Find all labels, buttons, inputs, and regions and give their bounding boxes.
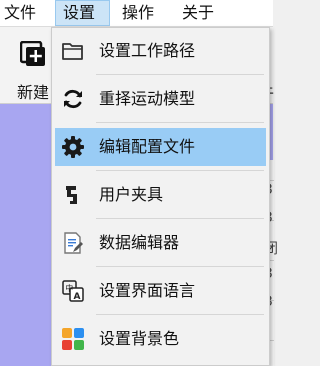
menu-file[interactable]: 文件	[4, 0, 36, 26]
menu-item-label: 设置工作路径	[99, 41, 196, 60]
menu-item-label: 编辑配置文件	[99, 137, 196, 156]
language-icon: 中 A	[62, 280, 84, 302]
data-edit-icon	[64, 232, 83, 254]
menu-settings[interactable]: 设置	[55, 0, 110, 26]
menu-bar: 文件 设置 操作 关于	[0, 0, 273, 27]
menu-about[interactable]: 关于	[182, 0, 214, 26]
menu-item-user-fixture[interactable]: 用户夹具	[55, 176, 266, 214]
menu-item-set-ui-language[interactable]: 中 A 设置界面语言	[55, 272, 266, 310]
menu-item-set-background-color[interactable]: 设置背景色	[55, 320, 266, 358]
new-button-label[interactable]: 新建	[17, 79, 49, 103]
clamp-icon	[66, 186, 77, 204]
menu-item-reselect-motion-model[interactable]: 重择运动模型	[55, 80, 266, 118]
folder-icon	[62, 43, 83, 60]
menu-item-label: 设置背景色	[99, 329, 180, 348]
menu-operation[interactable]: 操作	[122, 0, 154, 26]
menu-item-label: 数据编辑器	[99, 233, 180, 252]
svg-text:中: 中	[65, 283, 73, 293]
new-file-icon[interactable]	[20, 41, 46, 67]
color-palette-icon	[62, 328, 84, 350]
menu-item-label: 设置界面语言	[99, 281, 196, 300]
menu-item-set-work-path[interactable]: 设置工作路径	[55, 32, 266, 70]
menu-item-data-editor[interactable]: 数据编辑器	[55, 224, 266, 262]
menu-item-edit-config-file[interactable]: 编辑配置文件	[55, 128, 266, 166]
refresh-icon	[64, 89, 82, 109]
gear-icon	[62, 136, 84, 158]
svg-text:A: A	[74, 292, 81, 302]
menu-item-label: 用户夹具	[99, 185, 164, 204]
menu-item-label: 重择运动模型	[99, 89, 196, 108]
settings-dropdown: 设置工作路径 重择运动模型 编辑配置文件 用户夹具 数据编辑器 中 A 设置界面…	[51, 27, 270, 366]
